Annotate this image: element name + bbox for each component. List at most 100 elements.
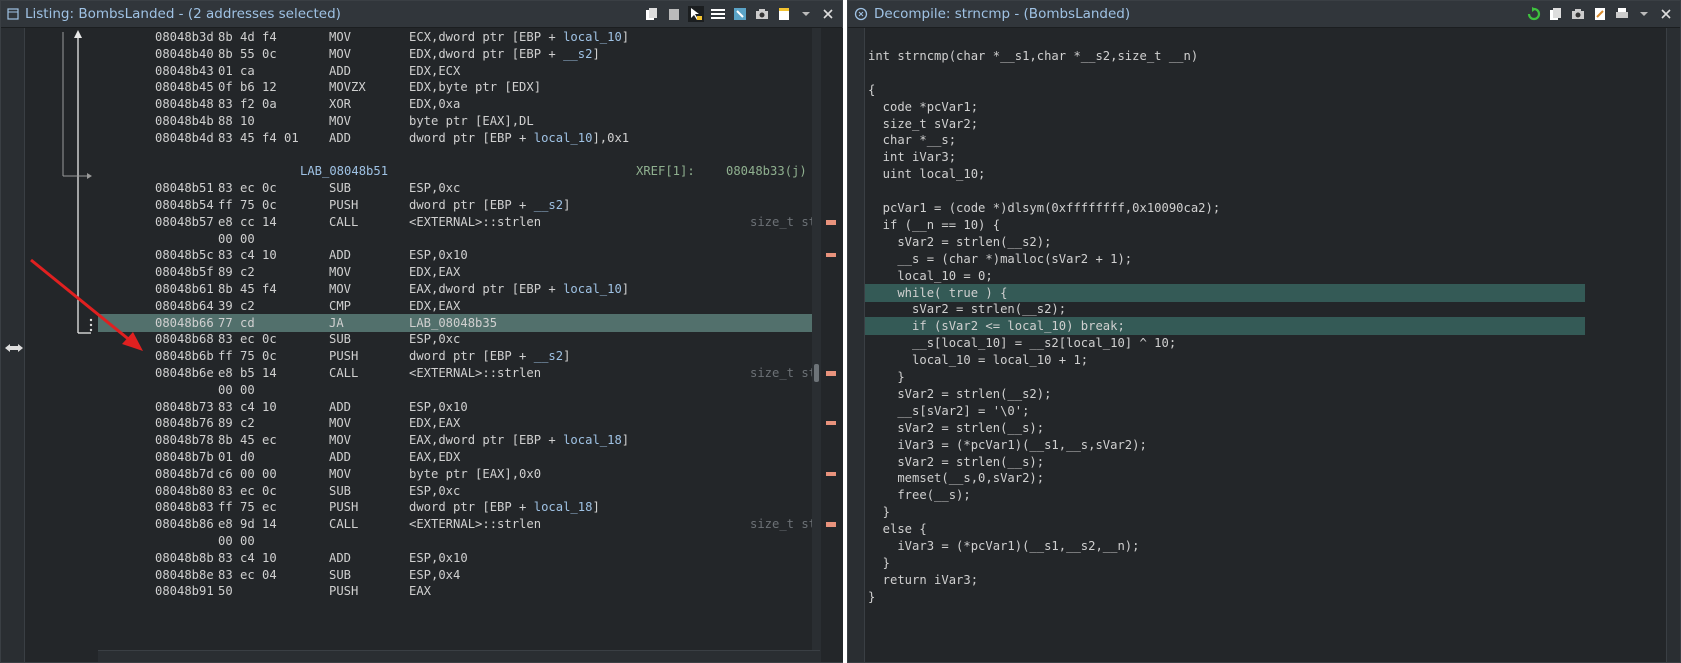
instruction-row[interactable]: 08048b83 ff 75 ec PUSH dword ptr [EBP + loc… [98, 498, 812, 516]
instruction-mnemonic[interactable]: CALL [329, 515, 358, 533]
decompile-line[interactable]: 30 else { [865, 520, 1585, 538]
decompile-code-area[interactable]: 12int strncmp(char *__s1,char *__s2,size… [865, 28, 1666, 662]
code-text[interactable]: } [868, 503, 890, 521]
instruction-row[interactable] [98, 146, 812, 164]
instruction-operands[interactable]: byte ptr [EAX],DL [409, 112, 534, 130]
decompile-line[interactable]: 24 sVar2 = strlen(__s); [865, 419, 1585, 437]
field-layout-icon[interactable] [710, 6, 726, 22]
instruction-row[interactable]: 08048b64 39 c2 CMP EDX,EAX [98, 297, 812, 315]
instruction-row[interactable]: 08048b3d 8b 4d f4 MOV ECX,dword ptr [EBP + … [98, 28, 812, 46]
bookmark-marker[interactable] [826, 471, 836, 476]
instruction-mnemonic[interactable]: XOR [329, 95, 351, 113]
instruction-address[interactable]: 08048b40 [155, 45, 214, 63]
instruction-row[interactable]: 00 00 [98, 381, 812, 399]
decompile-line[interactable]: 13 sVar2 = strlen(__s2); [865, 233, 1585, 251]
instruction-operands[interactable]: ESP,0x10 [409, 246, 468, 264]
copy-icon[interactable] [1548, 6, 1564, 22]
edit-icon[interactable] [776, 6, 792, 22]
instruction-row[interactable]: 08048b43 01 ca ADD EDX,ECX [98, 62, 812, 80]
instruction-row[interactable]: 08048b4d 83 45 f4 01 ADD dword ptr [EBP + l… [98, 129, 812, 147]
decompile-line[interactable]: 7 char *__s; [865, 131, 1585, 149]
snapshot-icon[interactable] [1570, 6, 1586, 22]
decompile-line[interactable]: 27 memset(__s,0,sVar2); [865, 469, 1585, 487]
instruction-mnemonic[interactable]: MOV [329, 28, 351, 46]
instruction-operands[interactable]: EAX,EDX [409, 448, 460, 466]
decompile-line[interactable]: 23 __s[sVar2] = '\0'; [865, 402, 1585, 420]
instruction-operands[interactable]: EDX,dword ptr [EBP + __s2] [409, 45, 600, 63]
decompile-line[interactable]: 1 [865, 30, 1585, 48]
decompile-line[interactable]: 28 free(__s); [865, 486, 1585, 504]
cursor-icon[interactable] [688, 6, 704, 22]
instruction-operands[interactable]: EDX,EAX [409, 297, 460, 315]
code-text[interactable]: if (__n == 10) { [868, 216, 1000, 234]
decompile-line[interactable]: 16 while( true ) { [865, 283, 1585, 302]
code-text[interactable]: sVar2 = strlen(__s2); [868, 233, 1051, 251]
code-text[interactable]: iVar3 = (*pcVar1)(__s1,__s2,__n); [868, 537, 1139, 555]
code-text[interactable]: sVar2 = strlen(__s2); [868, 385, 1051, 403]
bookmark-marker[interactable] [826, 219, 836, 225]
instruction-mnemonic[interactable]: MOV [329, 263, 351, 281]
instruction-row[interactable]: 08048b7b 01 d0 ADD EAX,EDX [98, 448, 812, 466]
instruction-address[interactable]: 08048b4b [155, 112, 214, 130]
code-text[interactable]: local_10 = local_10 + 1; [868, 351, 1088, 369]
code-text[interactable]: __s = (char *)malloc(sVar2 + 1); [868, 250, 1132, 268]
code-text[interactable]: while( true ) { [868, 284, 1007, 302]
instruction-row[interactable]: 08048b86 e8 9d 14 CALL <EXTERNAL>::strlen si… [98, 515, 812, 533]
instruction-row[interactable]: 08048b6b ff 75 0c PUSH dword ptr [EBP + __s… [98, 347, 812, 365]
code-text[interactable]: sVar2 = strlen(__s2); [868, 300, 1066, 318]
instruction-address[interactable]: 08048b91 [155, 582, 214, 600]
decompile-line[interactable]: 9 uint local_10; [865, 165, 1585, 183]
instruction-address[interactable]: 08048b3d [155, 28, 214, 46]
dropdown-icon[interactable] [1636, 6, 1652, 22]
close-icon[interactable] [820, 6, 836, 22]
close-icon[interactable] [1658, 6, 1674, 22]
instruction-operands[interactable]: ESP,0xc [409, 482, 460, 500]
instruction-row[interactable]: 08048b54 ff 75 0c PUSH dword ptr [EBP + __s… [98, 196, 812, 214]
instruction-operands[interactable]: <EXTERNAL>::strlen [409, 364, 541, 382]
instruction-operands[interactable]: EDX,0xa [409, 95, 460, 113]
code-text[interactable]: { [868, 81, 875, 99]
instruction-mnemonic[interactable]: PUSH [329, 196, 358, 214]
instruction-operands[interactable]: dword ptr [EBP + local_18] [409, 498, 600, 516]
decompile-line[interactable]: 14 __s = (char *)malloc(sVar2 + 1); [865, 250, 1585, 268]
code-text[interactable]: } [868, 554, 890, 572]
decompile-line[interactable]: 26 sVar2 = strlen(__s); [865, 453, 1585, 471]
decompile-line[interactable]: 18 if (sVar2 <= local_10) break; [865, 317, 1585, 336]
instruction-address[interactable]: 08048b51 [155, 179, 214, 197]
instruction-address[interactable]: 08048b4d [155, 129, 214, 147]
diff-icon[interactable] [732, 6, 748, 22]
instruction-mnemonic[interactable]: MOVZX [329, 78, 366, 96]
instruction-operands[interactable]: dword ptr [EBP + local_10],0x1 [409, 129, 629, 147]
instruction-mnemonic[interactable]: MOV [329, 414, 351, 432]
label-row[interactable]: LAB_08048b51 XREF[1]: 08048b33(j) [98, 162, 812, 180]
instruction-mnemonic[interactable]: JA [329, 314, 344, 332]
listing-vertical-scrollbar[interactable] [812, 28, 821, 662]
operand-variable[interactable]: local_10 [563, 30, 622, 44]
instruction-address[interactable]: 08048b8e [155, 566, 214, 584]
instruction-operands[interactable]: byte ptr [EAX],0x0 [409, 465, 541, 483]
code-text[interactable]: free(__s); [868, 486, 970, 504]
instruction-mnemonic[interactable]: PUSH [329, 347, 358, 365]
decompile-line[interactable]: 6 size_t sVar2; [865, 115, 1585, 133]
instruction-mnemonic[interactable]: ADD [329, 398, 351, 416]
paste-icon[interactable] [666, 6, 682, 22]
instruction-operands[interactable]: LAB_08048b35 [409, 314, 497, 332]
instruction-address[interactable]: 08048b80 [155, 482, 214, 500]
instruction-mnemonic[interactable]: MOV [329, 45, 351, 63]
instruction-operands[interactable]: ESP,0x10 [409, 549, 468, 567]
instruction-operands[interactable]: dword ptr [EBP + __s2] [409, 196, 570, 214]
instruction-row[interactable]: 08048b80 83 ec 0c SUB ESP,0xc [98, 482, 812, 500]
operand-variable[interactable]: local_10 [534, 131, 593, 145]
instruction-mnemonic[interactable]: CMP [329, 297, 351, 315]
instruction-mnemonic[interactable]: MOV [329, 280, 351, 298]
instruction-row[interactable]: 00 00 [98, 532, 812, 550]
instruction-row[interactable]: 08048b57 e8 cc 14 CALL <EXTERNAL>::strlen si… [98, 213, 812, 231]
code-text[interactable]: char *__s; [868, 131, 956, 149]
instruction-address[interactable]: 08048b57 [155, 213, 214, 231]
decompile-line[interactable]: 32 } [865, 554, 1585, 572]
decompile-line[interactable]: 15 local_10 = 0; [865, 267, 1585, 285]
instruction-row[interactable]: 08048b48 83 f2 0a XOR EDX,0xa [98, 95, 812, 113]
copy-icon[interactable] [644, 6, 660, 22]
instruction-row[interactable]: 08048b45 0f b6 12 MOVZX EDX,byte ptr [EDX] [98, 78, 812, 96]
instruction-address[interactable]: 08048b54 [155, 196, 214, 214]
